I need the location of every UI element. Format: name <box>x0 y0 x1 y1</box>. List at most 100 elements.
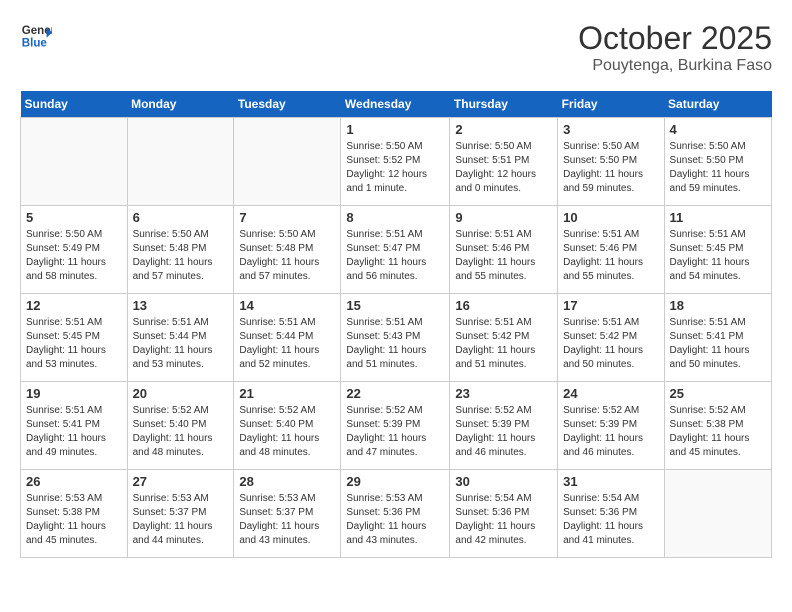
logo: General Blue <box>20 20 52 52</box>
svg-text:Blue: Blue <box>22 38 48 50</box>
day-info: Sunrise: 5:51 AMSunset: 5:45 PMDaylight:… <box>26 316 122 372</box>
day-info: Sunrise: 5:51 AMSunset: 5:42 PMDaylight:… <box>455 316 552 372</box>
day-info: Sunrise: 5:51 AMSunset: 5:44 PMDaylight:… <box>239 316 335 372</box>
day-number: 3 <box>563 122 658 137</box>
day-number: 1 <box>346 122 444 137</box>
calendar-cell: 19Sunrise: 5:51 AMSunset: 5:41 PMDayligh… <box>21 382 128 470</box>
calendar-week-row: 26 Sunrise: 5:53 AMSunset: 5:38 PMDayligh… <box>21 470 772 558</box>
weekday-header-saturday: Saturday <box>664 91 771 118</box>
calendar-cell: 11Sunrise: 5:51 AMSunset: 5:45 PMDayligh… <box>664 206 771 294</box>
weekday-header-thursday: Thursday <box>450 91 558 118</box>
day-number: 29 <box>346 474 444 489</box>
day-number: 26 <box>26 474 122 489</box>
calendar-cell: 16 Sunrise: 5:51 AMSunset: 5:42 PMDayligh… <box>450 294 558 382</box>
day-info: Sunrise: 5:52 AMSunset: 5:39 PMDaylight:… <box>563 404 658 460</box>
day-number: 9 <box>455 210 552 225</box>
day-number: 8 <box>346 210 444 225</box>
day-number: 18 <box>670 298 766 313</box>
day-info: Sunrise: 5:53 AMSunset: 5:38 PMDaylight:… <box>26 492 122 548</box>
day-info: Sunrise: 5:51 AMSunset: 5:47 PMDaylight:… <box>346 228 444 284</box>
day-info: Sunrise: 5:51 AMSunset: 5:43 PMDaylight:… <box>346 316 444 372</box>
calendar-cell: 28 Sunrise: 5:53 AMSunset: 5:37 PMDayligh… <box>234 470 341 558</box>
weekday-header-friday: Friday <box>558 91 664 118</box>
calendar-table: SundayMondayTuesdayWednesdayThursdayFrid… <box>20 91 772 558</box>
day-number: 27 <box>133 474 229 489</box>
calendar-cell: 17 Sunrise: 5:51 AMSunset: 5:42 PMDayligh… <box>558 294 664 382</box>
day-number: 7 <box>239 210 335 225</box>
calendar-cell: 14 Sunrise: 5:51 AMSunset: 5:44 PMDayligh… <box>234 294 341 382</box>
calendar-week-row: 12 Sunrise: 5:51 AMSunset: 5:45 PMDayligh… <box>21 294 772 382</box>
day-number: 21 <box>239 386 335 401</box>
day-number: 14 <box>239 298 335 313</box>
day-number: 16 <box>455 298 552 313</box>
calendar-cell: 12 Sunrise: 5:51 AMSunset: 5:45 PMDayligh… <box>21 294 128 382</box>
day-info: Sunrise: 5:50 AMSunset: 5:48 PMDaylight:… <box>239 228 335 284</box>
calendar-cell: 22 Sunrise: 5:52 AMSunset: 5:39 PMDayligh… <box>341 382 450 470</box>
day-info: Sunrise: 5:50 AMSunset: 5:50 PMDaylight:… <box>670 140 766 196</box>
day-info: Sunrise: 5:52 AMSunset: 5:38 PMDaylight:… <box>670 404 766 460</box>
logo-icon: General Blue <box>20 20 52 52</box>
weekday-header-wednesday: Wednesday <box>341 91 450 118</box>
calendar-cell: 2Sunrise: 5:50 AMSunset: 5:51 PMDaylight… <box>450 118 558 206</box>
day-number: 12 <box>26 298 122 313</box>
day-info: Sunrise: 5:51 AMSunset: 5:46 PMDaylight:… <box>563 228 658 284</box>
day-number: 24 <box>563 386 658 401</box>
calendar-cell <box>127 118 234 206</box>
day-number: 17 <box>563 298 658 313</box>
weekday-header-sunday: Sunday <box>21 91 128 118</box>
calendar-cell: 1 Sunrise: 5:50 AMSunset: 5:52 PMDaylight… <box>341 118 450 206</box>
day-number: 31 <box>563 474 658 489</box>
calendar-cell: 29 Sunrise: 5:53 AMSunset: 5:36 PMDayligh… <box>341 470 450 558</box>
day-number: 25 <box>670 386 766 401</box>
day-info: Sunrise: 5:53 AMSunset: 5:37 PMDaylight:… <box>239 492 335 548</box>
day-number: 15 <box>346 298 444 313</box>
day-info: Sunrise: 5:54 AMSunset: 5:36 PMDaylight:… <box>455 492 552 548</box>
title-block: October 2025 Pouytenga, Burkina Faso <box>578 20 772 75</box>
calendar-cell: 31 Sunrise: 5:54 AMSunset: 5:36 PMDayligh… <box>558 470 664 558</box>
day-info: Sunrise: 5:50 AMSunset: 5:50 PMDaylight:… <box>563 140 658 196</box>
calendar-cell: 27Sunrise: 5:53 AMSunset: 5:37 PMDayligh… <box>127 470 234 558</box>
weekday-header-monday: Monday <box>127 91 234 118</box>
page-header: General Blue October 2025 Pouytenga, Bur… <box>20 20 772 75</box>
day-info: Sunrise: 5:50 AMSunset: 5:48 PMDaylight:… <box>133 228 229 284</box>
calendar-cell: 25 Sunrise: 5:52 AMSunset: 5:38 PMDayligh… <box>664 382 771 470</box>
day-number: 30 <box>455 474 552 489</box>
day-number: 6 <box>133 210 229 225</box>
day-info: Sunrise: 5:52 AMSunset: 5:40 PMDaylight:… <box>239 404 335 460</box>
day-info: Sunrise: 5:51 AMSunset: 5:44 PMDaylight:… <box>133 316 229 372</box>
day-info: Sunrise: 5:50 AMSunset: 5:52 PMDaylight:… <box>346 140 444 196</box>
day-number: 4 <box>670 122 766 137</box>
day-info: Sunrise: 5:51 AMSunset: 5:45 PMDaylight:… <box>670 228 766 284</box>
month-title: October 2025 <box>578 20 772 57</box>
calendar-cell: 23Sunrise: 5:52 AMSunset: 5:39 PMDayligh… <box>450 382 558 470</box>
day-info: Sunrise: 5:54 AMSunset: 5:36 PMDaylight:… <box>563 492 658 548</box>
day-info: Sunrise: 5:51 AMSunset: 5:41 PMDaylight:… <box>670 316 766 372</box>
day-number: 10 <box>563 210 658 225</box>
calendar-cell <box>664 470 771 558</box>
day-info: Sunrise: 5:51 AMSunset: 5:42 PMDaylight:… <box>563 316 658 372</box>
calendar-cell <box>234 118 341 206</box>
calendar-cell: 24 Sunrise: 5:52 AMSunset: 5:39 PMDayligh… <box>558 382 664 470</box>
day-info: Sunrise: 5:53 AMSunset: 5:36 PMDaylight:… <box>346 492 444 548</box>
location-subtitle: Pouytenga, Burkina Faso <box>578 57 772 75</box>
calendar-cell: 3 Sunrise: 5:50 AMSunset: 5:50 PMDaylight… <box>558 118 664 206</box>
calendar-header-row: SundayMondayTuesdayWednesdayThursdayFrid… <box>21 91 772 118</box>
calendar-week-row: 1 Sunrise: 5:50 AMSunset: 5:52 PMDaylight… <box>21 118 772 206</box>
calendar-cell: 30 Sunrise: 5:54 AMSunset: 5:36 PMDayligh… <box>450 470 558 558</box>
day-info: Sunrise: 5:50 AMSunset: 5:49 PMDaylight:… <box>26 228 122 284</box>
calendar-body: 1 Sunrise: 5:50 AMSunset: 5:52 PMDaylight… <box>21 118 772 558</box>
day-number: 22 <box>346 386 444 401</box>
day-info: Sunrise: 5:50 AMSunset: 5:51 PMDaylight:… <box>455 140 552 196</box>
calendar-cell: 8 Sunrise: 5:51 AMSunset: 5:47 PMDaylight… <box>341 206 450 294</box>
calendar-cell: 21 Sunrise: 5:52 AMSunset: 5:40 PMDayligh… <box>234 382 341 470</box>
day-number: 19 <box>26 386 122 401</box>
day-info: Sunrise: 5:51 AMSunset: 5:46 PMDaylight:… <box>455 228 552 284</box>
calendar-cell: 6 Sunrise: 5:50 AMSunset: 5:48 PMDaylight… <box>127 206 234 294</box>
day-info: Sunrise: 5:52 AMSunset: 5:39 PMDaylight:… <box>346 404 444 460</box>
day-number: 28 <box>239 474 335 489</box>
day-info: Sunrise: 5:52 AMSunset: 5:39 PMDaylight:… <box>455 404 552 460</box>
weekday-header-tuesday: Tuesday <box>234 91 341 118</box>
calendar-cell: 13Sunrise: 5:51 AMSunset: 5:44 PMDayligh… <box>127 294 234 382</box>
calendar-cell: 5Sunrise: 5:50 AMSunset: 5:49 PMDaylight… <box>21 206 128 294</box>
day-info: Sunrise: 5:52 AMSunset: 5:40 PMDaylight:… <box>133 404 229 460</box>
